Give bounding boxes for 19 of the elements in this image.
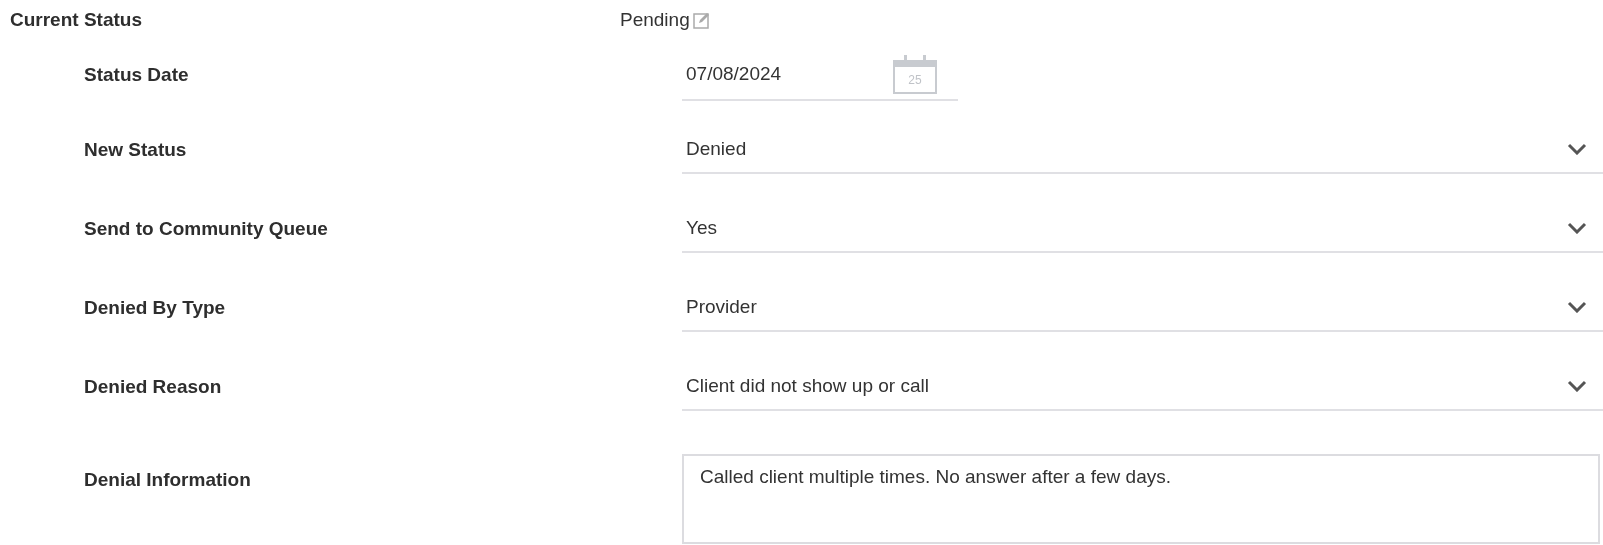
edit-icon[interactable] — [692, 11, 711, 29]
dropdown[interactable]: Yes — [682, 204, 1603, 253]
chevron-down-icon — [1567, 300, 1587, 313]
field-label: Denied By Type — [84, 296, 227, 319]
field-label: New Status — [84, 138, 188, 161]
status-value: Pending — [620, 9, 690, 31]
chevron-down-icon — [1567, 221, 1587, 234]
field-label: Send to Community Queue — [84, 217, 329, 240]
date-field[interactable]: 07/08/2024 25 — [682, 49, 958, 101]
dropdown[interactable]: Provider — [682, 283, 1603, 332]
field-label: Status Date — [84, 64, 190, 86]
chevron-down-icon — [1567, 142, 1587, 155]
text-area[interactable]: Called client multiple times. No answer after a few days. — [682, 454, 1600, 544]
field-label: Denial Information — [84, 469, 252, 491]
field-label: Denied Reason — [84, 375, 223, 398]
dropdown[interactable]: Client did not show up or call — [682, 362, 1603, 411]
field-label: Current Status — [10, 9, 143, 31]
dropdown[interactable]: Denied — [682, 125, 1603, 174]
chevron-down-icon — [1567, 379, 1587, 392]
